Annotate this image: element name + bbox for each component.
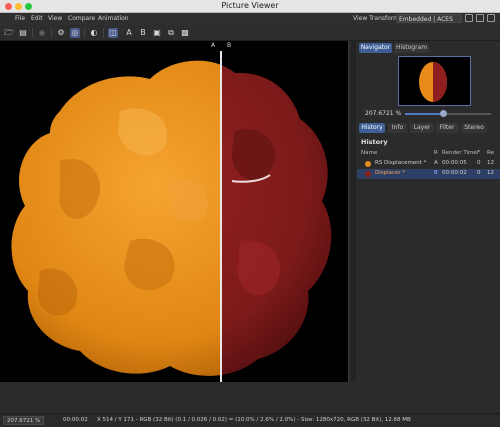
navigator-thumbnail[interactable] <box>398 56 471 106</box>
col-render-time: Render Time <box>442 150 477 156</box>
col-f: F <box>477 150 481 156</box>
side-panel: Navigator Histogram 207.6721 % History I… <box>357 41 500 382</box>
history-row-re: 12 <box>487 160 494 166</box>
toolbar-divider <box>51 28 52 38</box>
menu-animation[interactable]: Animation <box>98 15 129 22</box>
col-r: R <box>434 150 438 156</box>
tab-history[interactable]: History <box>359 123 385 133</box>
menu-file[interactable]: File <box>15 15 25 22</box>
target-icon[interactable]: ◎ <box>70 28 80 38</box>
expand-icon[interactable] <box>476 14 484 22</box>
history-row-re: 12 <box>487 170 494 176</box>
history-row-r: A <box>434 160 438 166</box>
window-icon[interactable] <box>465 14 473 22</box>
status-bar: 207.6721 % 00:00:02 X 514 / Y 171 - RGB … <box>0 413 500 427</box>
save-icon[interactable]: ▤ <box>18 28 28 38</box>
open-folder-icon[interactable]: 🗁 <box>4 28 14 38</box>
split-compare-icon[interactable]: ◫ <box>108 28 118 38</box>
history-row[interactable]: RS Displacement * A 00:00:05 0 12 <box>357 159 500 169</box>
menu-bar: File Edit View Compare Animation View Tr… <box>0 13 500 25</box>
history-row-name: RS Displacement * <box>375 160 427 166</box>
menu-compare[interactable]: Compare <box>68 15 95 22</box>
tab-layer[interactable]: Layer <box>410 123 434 133</box>
swap-icon[interactable]: ⧉ <box>166 28 176 38</box>
zoom-slider-fill <box>405 113 444 115</box>
window-title: Picture Viewer <box>221 1 279 10</box>
view-transform-label: View Transform <box>353 15 399 22</box>
image-icon[interactable]: ▣ <box>152 28 162 38</box>
tab-info[interactable]: Info <box>388 123 407 133</box>
history-title: History <box>361 138 388 146</box>
popout-icon[interactable] <box>487 14 495 22</box>
half-circle-icon[interactable]: ◐ <box>89 28 99 38</box>
menu-edit[interactable]: Edit <box>31 15 43 22</box>
zoom-slider[interactable] <box>405 110 491 117</box>
history-row-r: B <box>434 170 438 176</box>
render-thumbnail-icon <box>365 171 371 177</box>
toolbar-divider <box>84 28 85 38</box>
history-row-f: 0 <box>477 160 481 166</box>
history-row[interactable]: Displacer * B 00:00:02 0 12 <box>357 169 500 179</box>
status-pixel-info: X 514 / Y 171 - RGB (32 Bit) (0.1 / 0.02… <box>97 417 411 423</box>
image-viewer[interactable]: A B <box>0 41 349 382</box>
compare-b-icon[interactable]: B <box>138 28 148 38</box>
history-row-f: 0 <box>477 170 481 176</box>
tab-stereo[interactable]: Stereo <box>461 123 487 133</box>
col-re: Re <box>487 150 494 156</box>
history-row-name: Displacer * <box>375 170 406 176</box>
menu-view[interactable]: View <box>48 15 62 22</box>
view-transform-select[interactable]: Embedded | ACES <box>396 14 462 23</box>
history-row-time: 00:00:02 <box>442 170 467 176</box>
tab-histogram[interactable]: Histogram <box>394 43 429 53</box>
compare-split-line[interactable] <box>220 51 222 382</box>
viewer-scrollbar[interactable] <box>351 41 356 382</box>
status-render-time: 00:00:02 <box>63 417 88 423</box>
toolbar-divider <box>32 28 33 38</box>
stop-icon[interactable]: ◉ <box>37 28 47 38</box>
navigator-zoom-value: 207.6721 % <box>365 110 402 117</box>
compare-label-a: A <box>211 42 216 49</box>
render-thumbnail-icon <box>365 161 371 167</box>
history-row-time: 00:00:05 <box>442 160 467 166</box>
overlay-icon[interactable]: ▩ <box>180 28 190 38</box>
settings-icon[interactable]: ⚙ <box>56 28 66 38</box>
rendered-displacement-sphere <box>11 60 332 376</box>
zoom-slider-handle[interactable] <box>440 110 448 117</box>
toolbar: 🗁 ▤ ◉ ⚙ ◎ ◐ ◫ A B ▣ ⧉ ▩ <box>0 25 500 41</box>
toolbar-divider <box>103 28 104 38</box>
status-zoom-field[interactable]: 207.6721 % <box>3 416 44 425</box>
tab-filter[interactable]: Filter <box>436 123 458 133</box>
compare-label-b: B <box>227 42 232 49</box>
title-bar: Picture Viewer <box>0 0 500 13</box>
col-name: Name <box>361 150 378 156</box>
tab-navigator[interactable]: Navigator <box>359 43 392 53</box>
history-header: Name R Render Time F Re <box>357 149 500 158</box>
compare-a-icon[interactable]: A <box>124 28 134 38</box>
